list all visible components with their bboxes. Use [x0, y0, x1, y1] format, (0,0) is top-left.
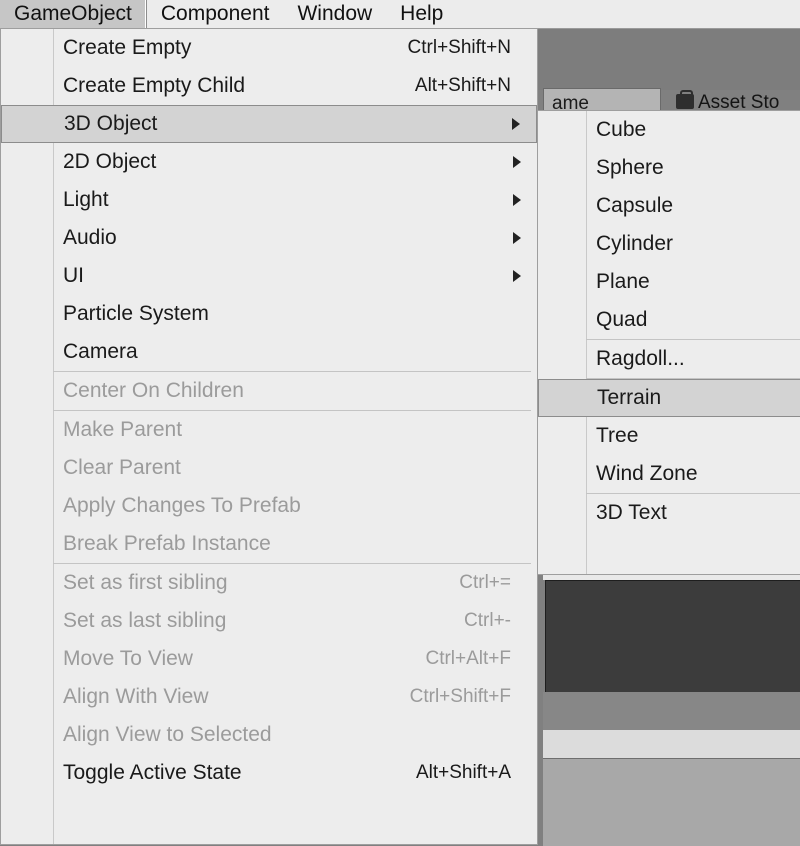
menu-item-label: Ragdoll... — [596, 347, 685, 371]
menu-item-align-view-to-selected: Align View to Selected — [53, 716, 537, 754]
menu-item-label: 3D Text — [596, 501, 667, 525]
menu-item-align-with-view: Align With View Ctrl+Shift+F — [53, 678, 537, 716]
menu-item-label: Break Prefab Instance — [63, 532, 271, 556]
menu-item-label: Make Parent — [63, 418, 182, 442]
submenu-item-cylinder[interactable]: Cylinder — [586, 225, 800, 263]
menu-item-label: Clear Parent — [63, 456, 181, 480]
menu-gameobject-list: Create Empty Ctrl+Shift+N Create Empty Chi… — [53, 29, 537, 792]
menu-item-shortcut: Ctrl+Shift+F — [410, 686, 511, 708]
menu-item-label: Apply Changes To Prefab — [63, 494, 301, 518]
menu-item-create-empty[interactable]: Create Empty Ctrl+Shift+N — [53, 29, 537, 67]
submenu-item-3d-text[interactable]: 3D Text — [586, 494, 800, 532]
menu-item-label: Center On Children — [63, 379, 244, 403]
menu-item-label: Audio — [63, 226, 117, 250]
menu-item-3d-object[interactable]: 3D Object — [1, 105, 537, 143]
menu-item-label: Quad — [596, 308, 647, 332]
menu-item-particle-system[interactable]: Particle System — [53, 295, 537, 333]
submenu-item-cube[interactable]: Cube — [586, 111, 800, 149]
menu-item-create-empty-child[interactable]: Create Empty Child Alt+Shift+N — [53, 67, 537, 105]
submenu-arrow-icon — [513, 194, 521, 206]
submenu-item-sphere[interactable]: Sphere — [586, 149, 800, 187]
menu-item-label: Set as last sibling — [63, 609, 226, 633]
submenu-item-wind-zone[interactable]: Wind Zone — [586, 455, 800, 493]
menu-item-label: Wind Zone — [596, 462, 698, 486]
submenu-3d-object: Cube Sphere Capsule Cylinder Plane Quad Ragdol… — [537, 110, 800, 575]
menu-item-shortcut: Ctrl+Alt+F — [425, 648, 511, 670]
menu-item-label: Capsule — [596, 194, 673, 218]
submenu-arrow-icon — [513, 270, 521, 282]
menu-item-label: Align With View — [63, 685, 209, 709]
menu-item-center-on-children: Center On Children — [53, 372, 537, 410]
menu-gameobject: Create Empty Ctrl+Shift+N Create Empty Chi… — [0, 28, 538, 845]
menu-item-set-as-last-sibling: Set as last sibling Ctrl+- — [53, 602, 537, 640]
submenu-arrow-icon — [512, 118, 520, 130]
menu-item-apply-changes-to-prefab: Apply Changes To Prefab — [53, 487, 537, 525]
menu-item-shortcut: Alt+Shift+N — [415, 75, 511, 97]
menu-item-2d-object[interactable]: 2D Object — [53, 143, 537, 181]
menu-item-clear-parent: Clear Parent — [53, 449, 537, 487]
menu-item-shortcut: Ctrl+= — [459, 572, 511, 594]
menu-item-label: 3D Object — [64, 112, 157, 136]
menu-item-light[interactable]: Light — [53, 181, 537, 219]
menu-item-label: Camera — [63, 340, 138, 364]
menu-item-move-to-view: Move To View Ctrl+Alt+F — [53, 640, 537, 678]
menu-item-label: Light — [63, 188, 109, 212]
menu-item-label: Terrain — [597, 386, 661, 410]
submenu-item-capsule[interactable]: Capsule — [586, 187, 800, 225]
menu-item-label: UI — [63, 264, 84, 288]
menu-item-label: 2D Object — [63, 150, 156, 174]
submenu-arrow-icon — [513, 232, 521, 244]
menubar-item-gameobject[interactable]: GameObject — [0, 0, 147, 28]
menu-item-label: Plane — [596, 270, 650, 294]
panel-band-upper — [543, 692, 800, 730]
submenu-item-ragdoll[interactable]: Ragdoll... — [586, 340, 800, 378]
menu-item-toggle-active-state[interactable]: Toggle Active State Alt+Shift+A — [53, 754, 537, 792]
menu-item-label: Toggle Active State — [63, 761, 242, 785]
submenu-arrow-icon — [513, 156, 521, 168]
submenu-3d-object-list: Cube Sphere Capsule Cylinder Plane Quad Ragdol… — [586, 111, 800, 532]
menu-item-label: Cylinder — [596, 232, 673, 256]
menu-item-label: Tree — [596, 424, 638, 448]
submenu-item-plane[interactable]: Plane — [586, 263, 800, 301]
menu-item-ui[interactable]: UI — [53, 257, 537, 295]
menu-item-label: Cube — [596, 118, 646, 142]
menu-item-make-parent: Make Parent — [53, 411, 537, 449]
menu-item-label: Create Empty — [63, 36, 191, 60]
menubar-item-component[interactable]: Component — [147, 0, 284, 28]
menu-item-break-prefab-instance: Break Prefab Instance — [53, 525, 537, 563]
menu-item-label: Create Empty Child — [63, 74, 245, 98]
menu-item-shortcut: Ctrl+Shift+N — [408, 37, 511, 59]
submenu-gutter — [538, 111, 587, 574]
menu-gutter — [1, 29, 54, 844]
menubar-item-window[interactable]: Window — [283, 0, 386, 28]
submenu-item-terrain[interactable]: Terrain — [538, 379, 800, 417]
menu-item-audio[interactable]: Audio — [53, 219, 537, 257]
menu-item-shortcut: Ctrl+- — [464, 610, 511, 632]
menu-item-camera[interactable]: Camera — [53, 333, 537, 371]
menu-item-label: Align View to Selected — [63, 723, 272, 747]
menu-item-label: Sphere — [596, 156, 664, 180]
menu-item-label: Move To View — [63, 647, 193, 671]
menubar-item-help[interactable]: Help — [386, 0, 457, 28]
scene-viewport — [545, 580, 800, 694]
submenu-item-tree[interactable]: Tree — [586, 417, 800, 455]
menu-item-label: Particle System — [63, 302, 209, 326]
menu-item-shortcut: Alt+Shift+A — [416, 762, 511, 784]
menu-bar: GameObjectComponentWindowHelp — [0, 0, 800, 29]
submenu-item-quad[interactable]: Quad — [586, 301, 800, 339]
panel-band-lower — [543, 758, 800, 846]
menu-item-set-as-first-sibling: Set as first sibling Ctrl+= — [53, 564, 537, 602]
menu-item-label: Set as first sibling — [63, 571, 228, 595]
panel-band-middle — [543, 730, 800, 758]
